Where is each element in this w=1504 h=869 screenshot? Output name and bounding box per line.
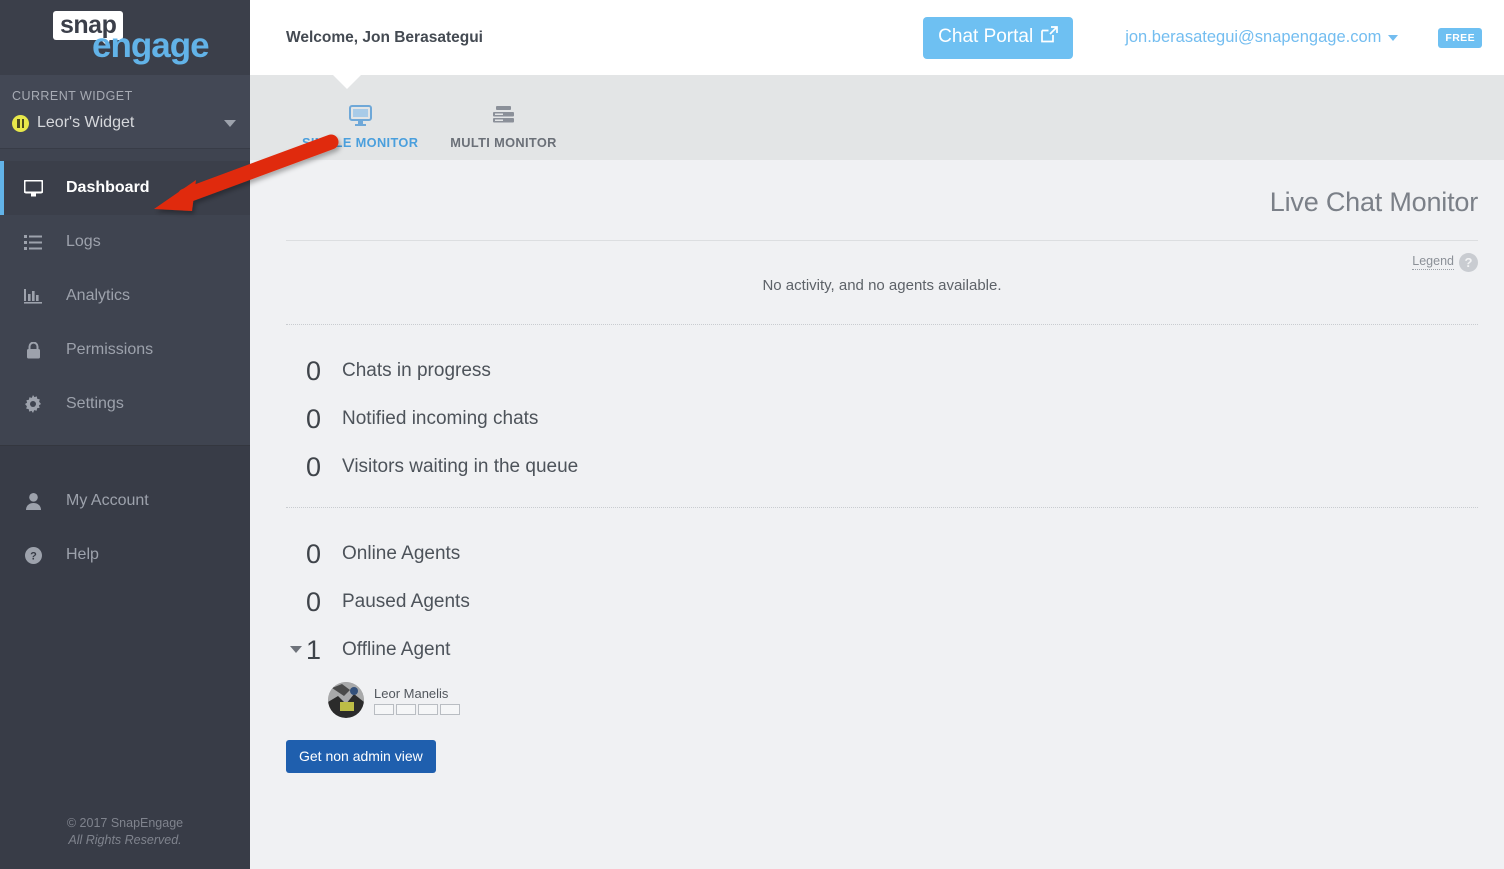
brand-logo[interactable]: snap engage [0,0,250,75]
stat-row-chats-in-progress: 0 Chats in progress [286,347,1478,395]
current-widget-label: CURRENT WIDGET [12,89,133,103]
legend-row: Legend ? [286,241,1478,272]
list-item[interactable]: Leor Manelis [286,674,1478,718]
sidebar-item-dashboard[interactable]: Dashboard [0,161,250,215]
stat-label: Visitors waiting in the queue [342,456,579,477]
current-widget-block: CURRENT WIDGET Leor's Widget [0,75,250,149]
app-root: snap engage CURRENT WIDGET Leor's Widget… [0,0,1504,869]
legend-link[interactable]: Legend [1412,254,1454,270]
chat-slot-group [374,703,460,715]
stat-count: 0 [306,586,322,617]
get-non-admin-view-button[interactable]: Get non admin view [286,740,436,773]
rights-line: All Rights Reserved. [68,833,182,848]
logo-engage-text: engage [92,25,210,65]
expand-collapse-caret-icon[interactable] [290,646,302,653]
account-email-label: jon.berasategui@snapengage.com [1125,28,1382,46]
list-icon [22,234,44,250]
chat-stats-list: 0 Chats in progress 0 Notified incoming … [286,325,1478,507]
pause-circle-icon [12,114,29,132]
stat-row-notified-incoming-chats: 0 Notified incoming chats [286,395,1478,443]
tab-label: MULTI MONITOR [450,135,557,150]
secondary-nav: My Account ? Help [0,445,250,816]
sidebar-item-help[interactable]: ? Help [0,528,250,582]
sidebar-item-label: Analytics [66,287,131,304]
multi-monitor-icon [492,100,515,126]
stat-label: Paused Agents [342,591,470,612]
sidebar-footer: © 2017 SnapEngage All Rights Reserved. [0,815,250,869]
stat-row-visitors-waiting: 0 Visitors waiting in the queue [286,443,1478,491]
chevron-down-icon [224,119,236,127]
svg-text:?: ? [30,550,37,562]
chat-slot [396,703,416,715]
sidebar-item-analytics[interactable]: Analytics [0,269,250,323]
sidebar-item-logs[interactable]: Logs [0,215,250,269]
stat-count: 0 [306,538,322,569]
stat-row-offline-agents[interactable]: 1 Offline Agent [286,626,1478,674]
question-mark-icon[interactable]: ? [1459,252,1478,272]
chat-slot [418,703,438,715]
activity-status-message: No activity, and no agents available. [762,277,1002,294]
agent-info: Leor Manelis [374,686,460,715]
stat-label: Notified incoming chats [342,408,539,429]
stat-row-online-agents: 0 Online Agents [286,530,1478,578]
monitor-tabbar: SINGLE MONITOR MULTI MONITOR [250,75,1504,160]
chat-portal-label: Chat Portal [938,26,1034,47]
page-content: Live Chat Monitor Legend ? No activity, … [250,160,1504,789]
sidebar-item-label: Settings [66,395,124,412]
widget-selector[interactable]: Leor's Widget [0,114,250,132]
stat-label: Offline Agent [342,639,451,660]
user-icon [22,492,44,510]
sidebar-item-permissions[interactable]: Permissions [0,323,250,377]
tab-multi-monitor[interactable]: MULTI MONITOR [434,100,572,160]
main-area: Welcome, Jon Berasategui Chat Portal jon… [250,0,1504,869]
stat-count: 0 [306,451,322,482]
avatar [328,682,364,718]
tab-label: SINGLE MONITOR [302,135,419,150]
external-link-icon [1041,25,1059,49]
copyright-line: © 2017 SnapEngage [66,816,184,831]
sidebar-item-label: My Account [66,492,149,509]
stat-count: 1 [306,634,322,665]
chat-portal-button[interactable]: Chat Portal [923,16,1074,59]
question-circle-icon: ? [22,546,44,564]
gear-icon [22,395,44,413]
bar-chart-icon [22,288,44,304]
chat-slot [440,703,460,715]
stat-row-paused-agents: 0 Paused Agents [286,578,1478,626]
top-header: Welcome, Jon Berasategui Chat Portal jon… [250,0,1504,75]
header-actions: Chat Portal jon.berasategui@snapengage.c… [923,16,1482,59]
agent-name: Leor Manelis [374,685,449,701]
welcome-message: Welcome, Jon Berasategui [286,28,483,46]
stat-count: 0 [306,403,322,434]
sidebar-item-label: Permissions [66,341,154,358]
widget-name: Leor's Widget [37,114,135,131]
single-monitor-icon [348,100,372,126]
header-pointer-notch [333,75,361,89]
stat-label: Chats in progress [342,360,491,381]
primary-nav: Dashboard Logs Analytics Permissions Set… [0,149,250,445]
stat-label: Online Agents [342,543,461,564]
chevron-down-icon [1388,34,1399,41]
sidebar-item-label: Logs [66,233,101,250]
sidebar: snap engage CURRENT WIDGET Leor's Widget… [0,0,250,869]
account-menu[interactable]: jon.berasategui@snapengage.com [1125,28,1399,47]
lock-icon [22,341,44,359]
chat-slot [374,703,394,715]
sidebar-item-settings[interactable]: Settings [0,377,250,431]
sidebar-item-label: Dashboard [66,179,150,196]
page-title: Live Chat Monitor [1269,187,1478,217]
plan-badge[interactable]: FREE [1438,27,1482,48]
tab-single-monitor[interactable]: SINGLE MONITOR [286,100,434,160]
agent-stats-list: 0 Online Agents 0 Paused Agents 1 Offlin… [286,508,1478,789]
monitor-icon [22,179,44,197]
sidebar-item-my-account[interactable]: My Account [0,474,250,528]
sidebar-item-label: Help [66,546,99,563]
stat-count: 0 [306,355,322,386]
